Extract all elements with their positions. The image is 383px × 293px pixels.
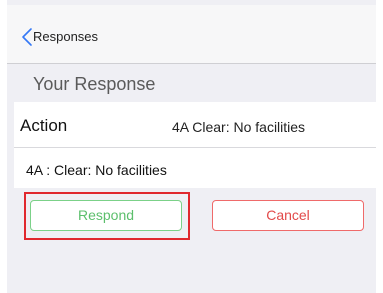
action-label: Action	[20, 116, 68, 135]
back-button-label[interactable]: Responses	[33, 29, 98, 45]
response-card: Action 4A Clear: No facilities 4A : Clea…	[14, 102, 376, 188]
response-screen: Responses Your Response Action 4A Clear:…	[7, 0, 376, 293]
response-detail-text: 4A : Clear: No facilities	[26, 162, 167, 178]
navigation-bar: Responses	[7, 5, 376, 64]
action-row[interactable]: Action 4A Clear: No facilities	[14, 102, 376, 148]
action-value: 4A Clear: No facilities	[172, 119, 306, 135]
section-title: Your Response	[33, 74, 156, 94]
cancel-button[interactable]: Cancel	[212, 200, 364, 231]
respond-button[interactable]: Respond	[30, 200, 182, 231]
